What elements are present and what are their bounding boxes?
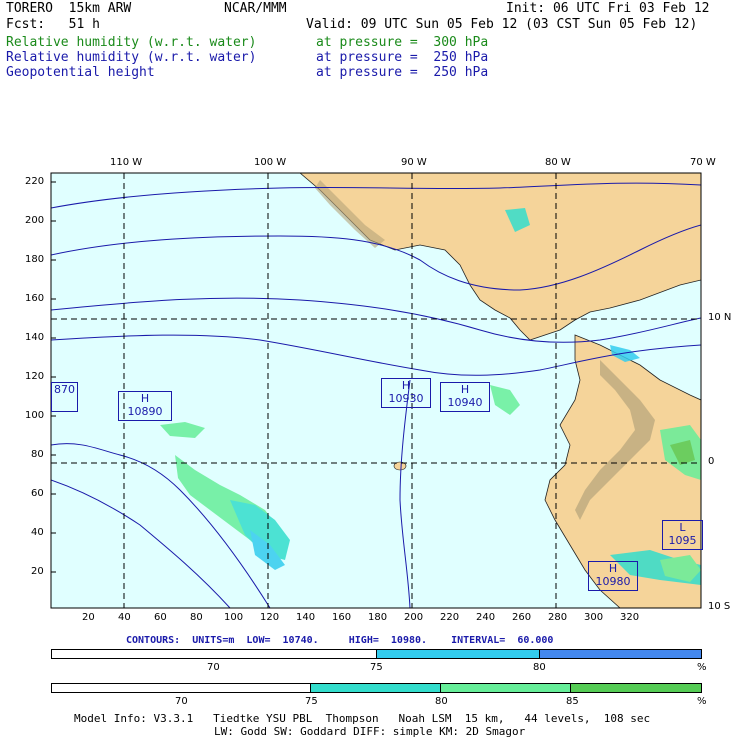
grid-x-220: 220 (440, 612, 460, 623)
legend-bar-250 (51, 649, 702, 659)
hl-value: 10930 (388, 392, 424, 405)
grid-y-20: 20 (31, 566, 44, 577)
grid-x-160: 160 (332, 612, 352, 623)
low-center-1095: L 1095 (662, 520, 703, 550)
hl-label: H (140, 392, 150, 405)
grid-x-120: 120 (260, 612, 280, 623)
hl-value: 10940 (447, 396, 483, 409)
legend-250-label-70: 70 (207, 662, 220, 673)
grid-x-200: 200 (404, 612, 424, 623)
legend-300-label-pct: % (697, 696, 707, 707)
high-center-10980: H 10980 (588, 561, 638, 591)
grid-x-140: 140 (296, 612, 316, 623)
grid-y-80: 80 (31, 449, 44, 460)
legend-bar-300 (51, 683, 702, 693)
lon-label-110w: 110 W (110, 157, 143, 168)
grid-y-120: 120 (25, 371, 45, 382)
grid-y-220: 220 (25, 176, 45, 187)
model-info-line1: Model Info: V3.3.1 Tiedtke YSU PBL Thomp… (74, 712, 651, 725)
lon-label-70w: 70 W (690, 157, 716, 168)
lon-label-80w: 80 W (545, 157, 571, 168)
grid-x-80: 80 (190, 612, 203, 623)
legend-250-swatch-below-75 (52, 650, 377, 658)
hl-value: 870 (54, 383, 75, 396)
grid-x-40: 40 (118, 612, 131, 623)
grid-y-180: 180 (25, 254, 45, 265)
legend-250-swatch-75-80 (377, 650, 540, 658)
grid-y-140: 140 (25, 332, 45, 343)
legend-300-swatch-above-85 (571, 684, 701, 692)
grid-y-40: 40 (31, 527, 44, 538)
lat-label-0: 0 (708, 456, 715, 467)
legend-250-swatch-above-80 (539, 650, 701, 658)
hl-value: 1095 (668, 534, 697, 547)
hl-label: H (401, 379, 411, 392)
legend-250-label-75: 75 (370, 662, 383, 673)
high-center-10890: H 10890 (118, 391, 172, 421)
grid-y-200: 200 (25, 215, 45, 226)
grid-y-160: 160 (25, 293, 45, 304)
grid-x-240: 240 (476, 612, 496, 623)
lat-label-10s: 10 S (708, 601, 731, 612)
grid-x-280: 280 (548, 612, 568, 623)
lon-label-90w: 90 W (401, 157, 427, 168)
legend-300-swatch-below-75 (52, 684, 312, 692)
lon-label-100w: 100 W (254, 157, 287, 168)
grid-x-300: 300 (584, 612, 604, 623)
legend-300-label-85: 85 (566, 696, 579, 707)
hl-value: 10890 (127, 405, 163, 418)
legend-250-label-pct: % (697, 662, 707, 673)
model-info-line2: LW: Godd SW: Goddard DIFF: simple KM: 2D… (214, 725, 526, 738)
hl-label: H (608, 562, 618, 575)
legend-300-label-75: 75 (305, 696, 318, 707)
legend-300-label-70: 70 (175, 696, 188, 707)
contours-info: CONTOURS: UNITS=m LOW= 10740. HIGH= 1098… (126, 635, 554, 646)
hl-label: L (679, 521, 686, 534)
legend-300-swatch-75-80 (311, 684, 441, 692)
high-center-10940: H 10940 (440, 382, 490, 412)
hl-label: H (460, 383, 470, 396)
grid-x-100: 100 (224, 612, 244, 623)
legend-250-label-80: 80 (533, 662, 546, 673)
grid-y-100: 100 (25, 410, 45, 421)
legend-300-label-80: 80 (435, 696, 448, 707)
grid-x-60: 60 (154, 612, 167, 623)
high-center-10930: H 10930 (381, 378, 431, 408)
grid-x-260: 260 (512, 612, 532, 623)
grid-x-320: 320 (620, 612, 640, 623)
height-center-870: 870 (51, 382, 78, 412)
grid-y-60: 60 (31, 488, 44, 499)
legend-300-swatch-80-85 (440, 684, 572, 692)
lat-label-10n: 10 N (708, 312, 732, 323)
grid-x-180: 180 (368, 612, 388, 623)
hl-value: 10980 (595, 575, 631, 588)
weather-map (50, 172, 702, 609)
grid-x-20: 20 (82, 612, 95, 623)
